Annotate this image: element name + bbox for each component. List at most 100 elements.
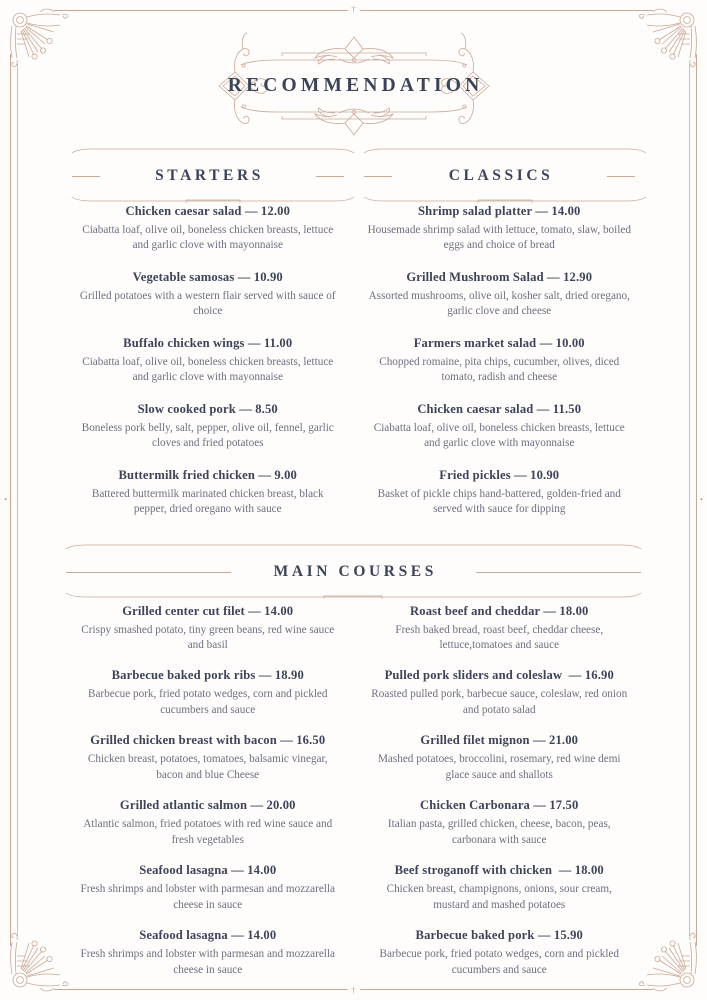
rule-icon [71,196,355,203]
frame-left-ornament: • [4,491,8,509]
item-description: Assorted mushrooms, olive oil, kosher sa… [368,289,630,318]
menu-item: Grilled atlantic salmon — 20.00 Atlantic… [68,798,348,848]
rule-icon [65,544,642,549]
item-description: Boneless pork belly, salt, pepper, olive… [81,421,334,450]
page-title: RECOMMENDATION [227,75,484,96]
menu-item: Buttermilk fried chicken — 9.00 Battered… [68,468,348,518]
menu-item: Shrimp salad platter — 14.00 Housemade s… [360,204,640,254]
frame-left-inner-line [17,64,18,936]
item-name: Barbecue baked pork ribs — 18.90 [111,668,304,683]
main-courses-right: Roast beef and cheddar — 18.00 Fresh bak… [354,604,646,993]
main-courses-left: Grilled center cut filet — 14.00 Crispy … [62,604,354,993]
rule-icon [65,592,642,599]
frame-left-line [10,54,11,946]
item-name: Grilled atlantic salmon — 20.00 [119,798,296,813]
main-courses-row: Grilled center cut filet — 14.00 Crispy … [62,604,645,993]
frame-right-ornament: • [699,491,703,509]
menu-item: Beef stroganoff with chicken — 18.00 Chi… [360,863,640,913]
starters-classics-row: Chicken caesar salad — 12.00 Ciabatta lo… [62,204,645,534]
menu-item: Pulled pork sliders and coleslaw — 16.90… [360,668,640,718]
item-name: Farmers market salad — 10.00 [413,335,585,350]
menu-item: Grilled center cut filet — 14.00 Crispy … [68,604,348,654]
menu-item: Grilled Mushroom Salad — 12.90 Assorted … [360,270,640,320]
menu-item: Seafood lasagna — 14.00 Fresh shrimps an… [68,863,348,913]
item-description: Mashed potatoes, broccolini, rosemary, r… [377,753,621,781]
starters-header-col: STARTERS [62,148,355,204]
item-description: Fresh shrimps and lobster with parmesan … [80,948,335,976]
item-description: Housemade shrimp salad with lettuce, tom… [367,224,631,252]
item-name: Grilled chicken breast with bacon — 16.5… [90,733,326,748]
item-description: Chicken breast, champignons, onions, sou… [386,883,612,911]
classics-header-col: CLASSICS [354,148,646,204]
section-header-starters: STARTERS [68,148,355,204]
rule-icon [363,196,646,203]
menu-item: Farmers market salad — 10.00 Chopped rom… [360,336,640,386]
menu-item: Barbecue baked pork ribs — 18.90 Barbecu… [68,668,348,718]
item-name: Grilled center cut filet — 14.00 [122,603,294,618]
classics-items: Shrimp salad platter — 14.00 Housemade s… [354,204,646,534]
menu-content: STARTERS CLASSICS Chicken caesar salad —… [62,148,646,993]
item-name: Buttermilk fried chicken — 9.00 [118,467,297,482]
item-description: Atlantic salmon, fried potatoes with red… [83,818,333,846]
item-name: Roast beef and cheddar — 18.00 [410,603,589,618]
item-name: Slow cooked pork — 8.50 [137,401,278,416]
item-name: Seafood lasagna — 14.00 [139,928,277,943]
item-name: Beef stroganoff with chicken — 18.00 [394,863,604,878]
item-name: Chicken Carbonara — 17.50 [420,798,579,813]
menu-item: Buffalo chicken wings — 11.00 Ciabatta l… [68,336,348,386]
item-description: Fresh shrimps and lobster with parmesan … [80,883,335,911]
item-description: Italian pasta, grilled chicken, cheese, … [387,818,611,846]
title-block: RECOMMENDATION [179,27,529,145]
section-headers-row: STARTERS CLASSICS [62,148,646,204]
section-header-classics: CLASSICS [360,148,646,204]
item-description: Chicken breast, potatoes, tomatoes, bals… [87,753,328,781]
rule-icon [71,148,355,154]
section-title-classics: CLASSICS [448,167,554,184]
item-name: Chicken caesar salad — 11.50 [417,401,582,416]
item-name: Pulled pork sliders and coleslaw — 16.90 [384,668,614,683]
starters-items: Chicken caesar salad — 12.00 Ciabatta lo… [62,204,354,534]
item-description: Grilled potatoes with a western flair se… [79,289,336,318]
menu-item: Chicken caesar salad — 12.00 Ciabatta lo… [68,204,348,254]
item-name: Shrimp salad platter — 14.00 [418,204,581,218]
menu-item: Grilled chicken breast with bacon — 16.5… [68,733,348,783]
frame-top-line [54,10,653,11]
item-name: Buffalo chicken wings — 11.00 [123,335,293,350]
frame-right-line [696,54,697,946]
main-courses-section: MAIN COURSES Grilled center cut filet — … [62,544,645,993]
item-description: Chopped romaine, pita chips, cucumber, o… [379,355,620,384]
rule-icon [363,148,646,154]
menu-item: Chicken caesar salad — 11.50 Ciabatta lo… [360,402,640,452]
section-header-main-courses: MAIN COURSES [62,544,645,600]
menu-item: Vegetable samosas — 10.90 Grilled potato… [68,270,348,320]
menu-page: † † • • RECOMMENDATION STARTERS CLASSICS… [0,0,707,1000]
item-description: Ciabatta loaf, olive oil, boneless chick… [82,355,334,384]
item-description: Ciabatta loaf, olive oil, boneless chick… [373,421,625,450]
item-description: Ciabatta loaf, olive oil, boneless chick… [82,224,334,252]
item-description: Roasted pulled pork, barbecue sauce, col… [371,688,628,716]
menu-item: Slow cooked pork — 8.50 Boneless pork be… [68,402,348,452]
item-description: Barbecue pork, fried potato wedges, corn… [379,948,619,976]
menu-item: Seafood lasagna — 14.00 Fresh shrimps an… [68,928,348,978]
menu-header: RECOMMENDATION [0,26,707,146]
item-description: Basket of pickle chips hand-battered, go… [377,487,621,516]
menu-item: Grilled filet mignon — 21.00 Mashed pota… [360,733,640,783]
item-description: Barbecue pork, fried potato wedges, corn… [87,688,328,716]
section-title-main-courses: MAIN COURSES [273,562,437,580]
frame-top-ornament: † [347,5,360,14]
item-description: Crispy smashed potato, tiny green beans,… [81,623,335,651]
menu-item: Chicken Carbonara — 17.50 Italian pasta,… [360,798,640,848]
section-title-starters: STARTERS [155,167,265,184]
item-name: Fried pickles — 10.90 [439,467,560,482]
item-name: Barbecue baked pork — 15.90 [415,928,583,943]
item-name: Grilled Mushroom Salad — 12.90 [406,269,593,284]
item-name: Vegetable samosas — 10.90 [132,269,283,284]
frame-right-inner-line [689,64,690,936]
item-name: Grilled filet mignon — 21.00 [420,733,579,748]
item-description: Battered buttermilk marinated chicken br… [91,487,324,516]
menu-item: Fried pickles — 10.90 Basket of pickle c… [360,468,640,518]
item-name: Seafood lasagna — 14.00 [139,863,277,878]
menu-item: Roast beef and cheddar — 18.00 Fresh bak… [360,604,640,654]
item-description: Fresh baked bread, roast beef, cheddar c… [395,623,604,651]
menu-item: Barbecue baked pork — 15.90 Barbecue por… [360,928,640,978]
